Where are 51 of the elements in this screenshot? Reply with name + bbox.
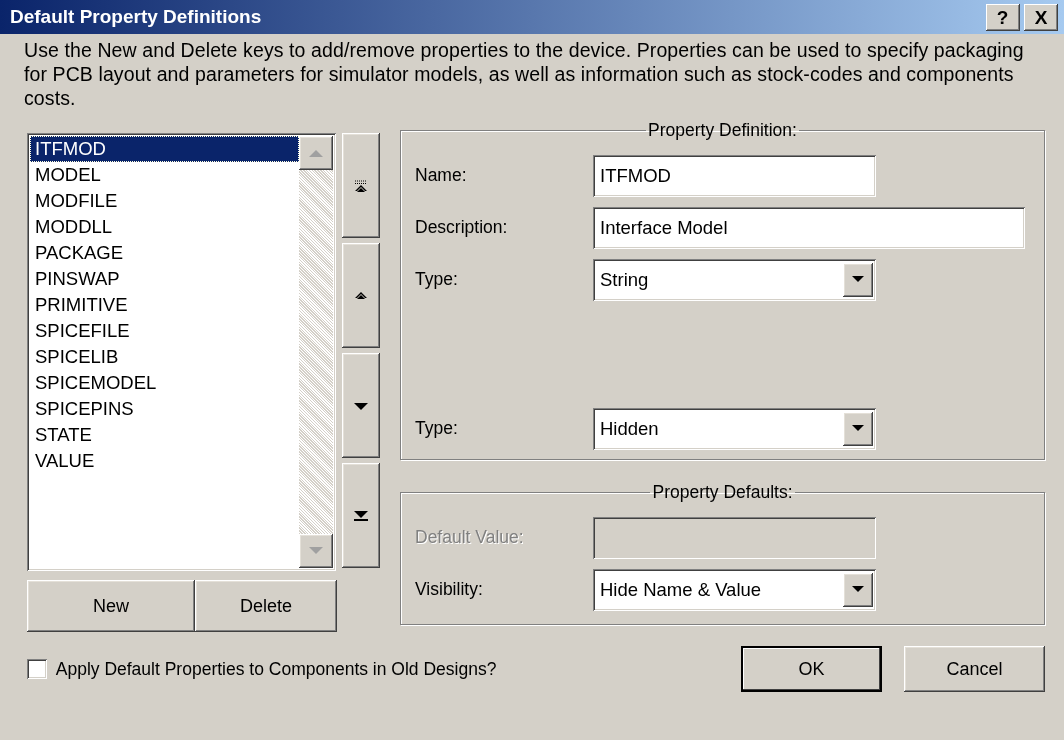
- list-item[interactable]: SPICELIB: [30, 344, 299, 370]
- list-item[interactable]: VALUE: [30, 448, 299, 474]
- field-label: Description:: [415, 216, 509, 240]
- dropdown-arrow-icon: [852, 276, 864, 283]
- scroll-down-button[interactable]: [299, 534, 333, 568]
- window-title: Default Property Definitions: [10, 4, 262, 29]
- list-item[interactable]: SPICEFILE: [30, 318, 299, 344]
- scrollbar[interactable]: [299, 136, 333, 568]
- dropdown-arrow-icon: [852, 586, 864, 593]
- list-item[interactable]: MODFILE: [30, 188, 299, 214]
- checkbox-label: Apply Default Properties to Components in Old Designs?: [55, 657, 497, 681]
- checkbox[interactable]: [27, 659, 47, 679]
- down-triangle-icon: [309, 547, 323, 555]
- group-title: Property Definition:: [647, 122, 798, 140]
- instructions-text: Use the New and Delete keys to add/remove properties to the device. Properties can be used to specify packaging for PCB layout and parameters for simulator models, as well as information such as stock-codes and components costs.: [24, 38, 1025, 110]
- dropdown[interactable]: Hidden: [593, 407, 876, 450]
- dropdown-arrow-icon: [852, 425, 864, 432]
- order-button[interactable]: [342, 243, 380, 348]
- input-field[interactable]: Interface Model: [593, 206, 1025, 249]
- dropdown[interactable]: String: [593, 258, 876, 301]
- delete-button[interactable]: Delete: [195, 580, 337, 632]
- move-to-top-icon: [354, 178, 368, 193]
- group-title: Property Defaults:: [651, 484, 794, 502]
- close-button[interactable]: X: [1024, 3, 1058, 31]
- dropdown[interactable]: Hide Name & Value: [593, 568, 876, 611]
- field-label: Type:: [415, 268, 459, 292]
- cancel-button[interactable]: Cancel: [904, 646, 1045, 692]
- order-button[interactable]: [342, 353, 380, 458]
- field-label: Type:: [415, 417, 459, 441]
- list-item[interactable]: PINSWAP: [30, 266, 299, 292]
- list-item[interactable]: PRIMITIVE: [30, 292, 299, 318]
- input-field[interactable]: [593, 516, 876, 559]
- list-item[interactable]: MODEL: [30, 162, 299, 188]
- field-label: Name:: [415, 164, 468, 188]
- move-to-bottom-icon: [354, 508, 368, 523]
- input-field[interactable]: ITFMOD: [593, 154, 876, 197]
- list-item[interactable]: SPICEMODEL: [30, 370, 299, 396]
- field-label: Default Value:: [415, 526, 525, 550]
- list-item[interactable]: STATE: [30, 422, 299, 448]
- ok-button[interactable]: OK: [741, 646, 882, 692]
- field-label: Visibility:: [415, 578, 484, 602]
- scroll-up-button[interactable]: [299, 136, 333, 170]
- list-item[interactable]: MODDLL: [30, 214, 299, 240]
- list-item[interactable]: ITFMOD: [30, 136, 299, 162]
- order-button[interactable]: [342, 133, 380, 238]
- list-item[interactable]: SPICEPINS: [30, 396, 299, 422]
- up-triangle-icon: [309, 149, 323, 157]
- new-button[interactable]: New: [27, 580, 195, 632]
- list-item[interactable]: PACKAGE: [30, 240, 299, 266]
- order-button[interactable]: [342, 463, 380, 568]
- help-button[interactable]: ?: [985, 3, 1020, 31]
